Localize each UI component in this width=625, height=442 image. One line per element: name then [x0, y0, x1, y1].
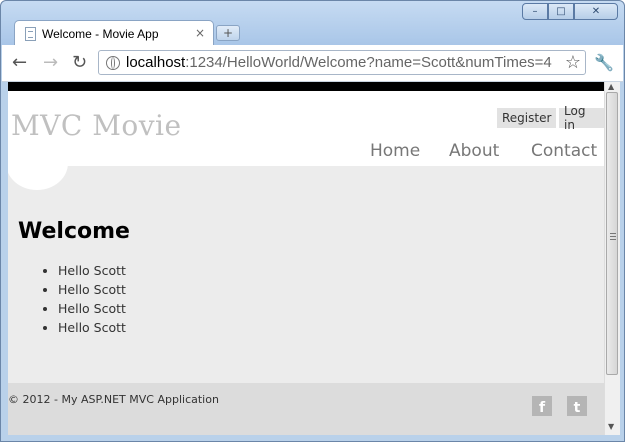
maximize-button[interactable]: □: [548, 3, 574, 20]
header-decoration: [8, 136, 68, 190]
page-heading: Welcome: [18, 219, 130, 244]
register-link[interactable]: Register: [497, 108, 557, 128]
scrollbar-thumb[interactable]: [606, 92, 618, 375]
browser-tab[interactable]: Welcome - Movie App ×: [14, 20, 214, 46]
close-window-button[interactable]: ✕: [574, 3, 618, 20]
copyright-text: © 2012 - My ASP.NET MVC Application: [8, 393, 219, 406]
browser-toolbar: ← → ↻ localhost:1234/HelloWorld/Welcome?…: [2, 45, 623, 82]
wrench-icon[interactable]: 🔧: [594, 53, 614, 72]
title-bar: – □ ✕ Welcome - Movie App × +: [1, 1, 624, 46]
window-controls: – □ ✕: [522, 3, 618, 20]
scroll-up-icon[interactable]: ▲: [608, 82, 614, 91]
vertical-scrollbar[interactable]: ▲ ▼: [604, 82, 620, 435]
reload-icon[interactable]: ↻: [72, 52, 87, 73]
window-frame-bottom: [1, 435, 624, 441]
menu-about[interactable]: About: [449, 141, 499, 161]
star-icon[interactable]: ☆: [565, 52, 581, 73]
list-item: Hello Scott: [58, 280, 126, 299]
new-tab-button[interactable]: +: [216, 25, 240, 41]
list-item: Hello Scott: [58, 299, 126, 318]
twitter-icon[interactable]: t: [567, 396, 587, 416]
page-icon: [25, 26, 36, 41]
forward-icon[interactable]: →: [43, 52, 58, 73]
menu-contact[interactable]: Contact: [531, 141, 597, 161]
address-bar[interactable]: localhost:1234/HelloWorld/Welcome?name=S…: [98, 50, 586, 75]
login-link[interactable]: Log in: [559, 104, 604, 132]
browser-window: – □ ✕ Welcome - Movie App × + ← → ↻ loca…: [0, 0, 625, 442]
facebook-icon[interactable]: f: [532, 396, 552, 416]
tab-close-icon[interactable]: ×: [195, 26, 205, 40]
site-header: MVC Movie Register Log in Home About Con…: [8, 91, 604, 166]
minimize-button[interactable]: –: [522, 3, 548, 20]
list-item: Hello Scott: [58, 318, 126, 337]
scroll-down-icon[interactable]: ▼: [608, 422, 614, 431]
tab-title: Welcome - Movie App: [42, 26, 159, 41]
globe-icon: [106, 55, 120, 70]
page-top-bar: [8, 82, 604, 91]
site-footer: © 2012 - My ASP.NET MVC Application f t: [8, 383, 604, 435]
back-icon[interactable]: ←: [12, 52, 27, 73]
menu-home[interactable]: Home: [370, 141, 420, 161]
greeting-list: Hello Scott Hello Scott Hello Scott Hell…: [38, 261, 126, 337]
url-text[interactable]: localhost:1234/HelloWorld/Welcome?name=S…: [126, 54, 558, 71]
list-item: Hello Scott: [58, 261, 126, 280]
page-content: MVC Movie Register Log in Home About Con…: [8, 91, 604, 435]
grip-icon: [610, 233, 616, 240]
